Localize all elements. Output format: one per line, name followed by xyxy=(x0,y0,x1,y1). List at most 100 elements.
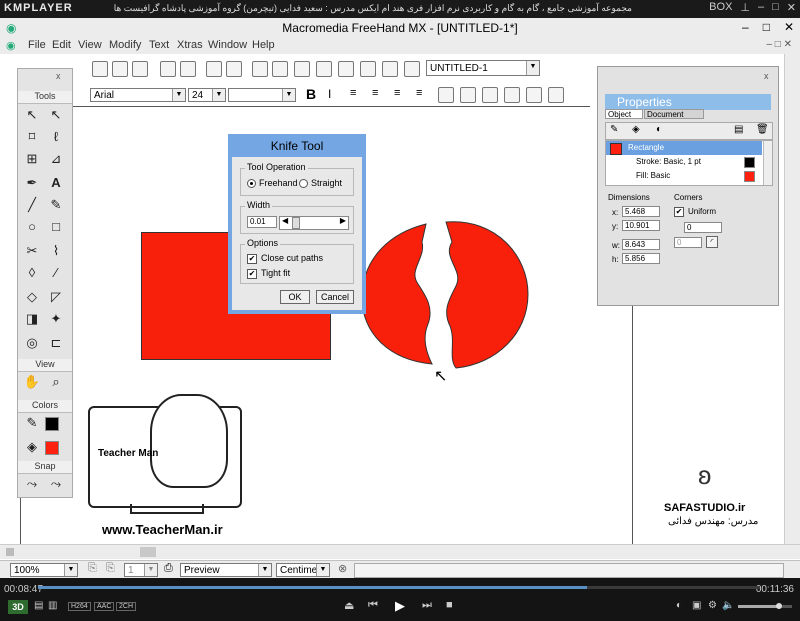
freehand-radio[interactable] xyxy=(247,179,256,188)
h-field[interactable]: 5.856 xyxy=(622,253,660,264)
cancel-render-icon[interactable]: ⊗ xyxy=(338,562,347,575)
play-icon[interactable]: ▶ xyxy=(395,598,405,614)
graphic-hose-icon[interactable]: ✦ xyxy=(45,309,67,329)
menu-text[interactable]: Text xyxy=(149,39,169,51)
app-close-icon[interactable]: ✕ xyxy=(784,20,794,34)
align-right-icon[interactable]: ≡ xyxy=(394,87,400,99)
volume-icon[interactable]: 🔈 xyxy=(722,600,734,611)
box-button[interactable]: BOX xyxy=(709,1,732,14)
pencil-icon[interactable]: ✎ xyxy=(45,195,67,215)
lasso-icon[interactable]: ℓ xyxy=(45,127,67,147)
vertical-scrollbar[interactable] xyxy=(784,54,800,544)
bold-button[interactable]: B xyxy=(306,86,316,102)
open-icon[interactable] xyxy=(112,61,128,77)
save-icon[interactable] xyxy=(132,61,148,77)
scroll-thumb[interactable] xyxy=(140,547,156,557)
chart-icon[interactable]: ⊏ xyxy=(45,333,67,353)
attach-text-icon[interactable] xyxy=(526,87,542,103)
layers-icon[interactable] xyxy=(294,61,310,77)
menu-xtras[interactable]: Xtras xyxy=(177,39,203,51)
app-minimize-icon[interactable]: – xyxy=(742,20,749,34)
fill-swatch[interactable] xyxy=(744,171,755,182)
page-icon[interactable]: ⎙ xyxy=(164,562,173,575)
capture-icon[interactable]: ▣ xyxy=(692,600,701,611)
x-field[interactable]: 5.468 xyxy=(622,206,660,217)
eraser-icon[interactable]: ◊ xyxy=(21,263,43,283)
columns-icon[interactable] xyxy=(504,87,520,103)
flow-icon[interactable] xyxy=(482,87,498,103)
page-selector[interactable]: UNTITLED-1 ▼ xyxy=(426,60,540,76)
halftone-icon[interactable] xyxy=(404,61,420,77)
tab-object[interactable]: Object xyxy=(605,109,643,119)
stroke-swatch[interactable] xyxy=(744,157,755,168)
list-item-stroke[interactable]: Stroke: Basic, 1 pt xyxy=(606,155,762,169)
width-slider[interactable]: ◀ ▶ xyxy=(279,216,349,230)
new-icon[interactable] xyxy=(92,61,108,77)
straight-radio[interactable] xyxy=(299,179,308,188)
font-style-select[interactable]: ▼ xyxy=(228,88,296,102)
align-center-icon[interactable]: ≡ xyxy=(372,87,378,99)
italic-icon[interactable]: I xyxy=(328,87,331,101)
pointer-icon[interactable]: ↖ xyxy=(21,105,43,125)
snap-grid-icon[interactable]: ⤳ xyxy=(45,474,67,494)
pen-icon[interactable]: ✒ xyxy=(21,173,43,193)
object-list-scrollbar[interactable] xyxy=(763,141,772,185)
close-icon[interactable]: ✕ xyxy=(787,1,796,14)
transform-icon[interactable] xyxy=(382,61,398,77)
width-input[interactable]: 0.01 xyxy=(247,216,277,228)
rectangle-icon[interactable]: □ xyxy=(45,217,67,237)
text-icon[interactable]: A xyxy=(45,173,67,193)
reflect-icon[interactable]: ◨ xyxy=(21,309,43,329)
maximize-icon[interactable]: □ xyxy=(772,1,779,14)
justify-icon[interactable]: ≡ xyxy=(416,87,422,99)
list-item-fill[interactable]: Fill: Basic xyxy=(606,169,762,183)
skew-icon[interactable]: ◸ xyxy=(45,287,67,307)
volume-slider[interactable] xyxy=(738,603,792,609)
circle-right-half[interactable] xyxy=(445,221,529,369)
import-icon[interactable] xyxy=(160,61,176,77)
knife-icon[interactable]: ✂ xyxy=(21,241,43,261)
duplicate-icon[interactable]: ▤ xyxy=(734,124,743,135)
cut-circle-svg[interactable] xyxy=(356,212,536,378)
subselect-icon[interactable]: ↖ xyxy=(45,105,67,125)
y-field[interactable]: 10.901 xyxy=(622,220,660,231)
connector-icon[interactable]: ◎ xyxy=(21,333,43,353)
page-number-select[interactable]: 1 ▼ xyxy=(124,563,158,577)
circle-left-half[interactable] xyxy=(361,223,433,365)
zoom-icon[interactable]: ⌕ xyxy=(45,372,67,392)
w-field[interactable]: 8.643 xyxy=(622,239,660,250)
stop-icon[interactable]: ■ xyxy=(446,599,453,611)
eject-icon[interactable]: ⏏ xyxy=(344,599,354,612)
add-effect-icon[interactable]: ◐ xyxy=(656,124,662,135)
menu-file[interactable]: File xyxy=(28,39,46,51)
fill-color-swatch[interactable] xyxy=(45,441,59,455)
unlock-icon[interactable] xyxy=(226,61,242,77)
slider-thumb[interactable] xyxy=(292,217,300,229)
tools-close-icon[interactable]: x xyxy=(56,71,61,81)
snap-point-icon[interactable]: ⤳ xyxy=(21,474,43,494)
menu-window[interactable]: Window xyxy=(208,39,247,51)
menu-modify[interactable]: Modify xyxy=(109,39,141,51)
horizontal-scrollbar[interactable] xyxy=(0,544,800,559)
add-stroke-icon[interactable]: ✎ xyxy=(610,124,618,135)
scroll-left-arrow[interactable] xyxy=(6,548,14,556)
font-family-select[interactable]: Arial ▼ xyxy=(90,88,186,102)
menu-icon[interactable]: ▤ xyxy=(34,600,43,611)
fast-forward-icon[interactable]: ⏭ xyxy=(422,599,432,612)
stroke-color-swatch[interactable] xyxy=(45,417,59,431)
lock-icon[interactable] xyxy=(206,61,222,77)
export-icon[interactable] xyxy=(180,61,196,77)
subtitle-icon[interactable]: ◐ xyxy=(676,600,682,611)
corner-radius-field[interactable]: 0 xyxy=(684,222,722,233)
properties-close-icon[interactable]: x xyxy=(764,71,769,81)
slider-right-arrow-icon[interactable]: ▶ xyxy=(340,216,346,225)
slider-left-arrow-icon[interactable]: ◀ xyxy=(282,216,288,225)
rewind-icon[interactable]: ⏮ xyxy=(368,599,378,612)
settings-icon[interactable]: ⚙ xyxy=(708,600,717,611)
units-select[interactable]: Centimeter ▼ xyxy=(276,563,330,577)
line-icon[interactable]: ╱ xyxy=(21,195,43,215)
close-cut-paths-checkbox[interactable]: ✔ xyxy=(247,254,257,264)
menu-view[interactable]: View xyxy=(78,39,102,51)
seek-bar[interactable] xyxy=(38,586,760,589)
font-size-select[interactable]: 24 ▼ xyxy=(188,88,226,102)
